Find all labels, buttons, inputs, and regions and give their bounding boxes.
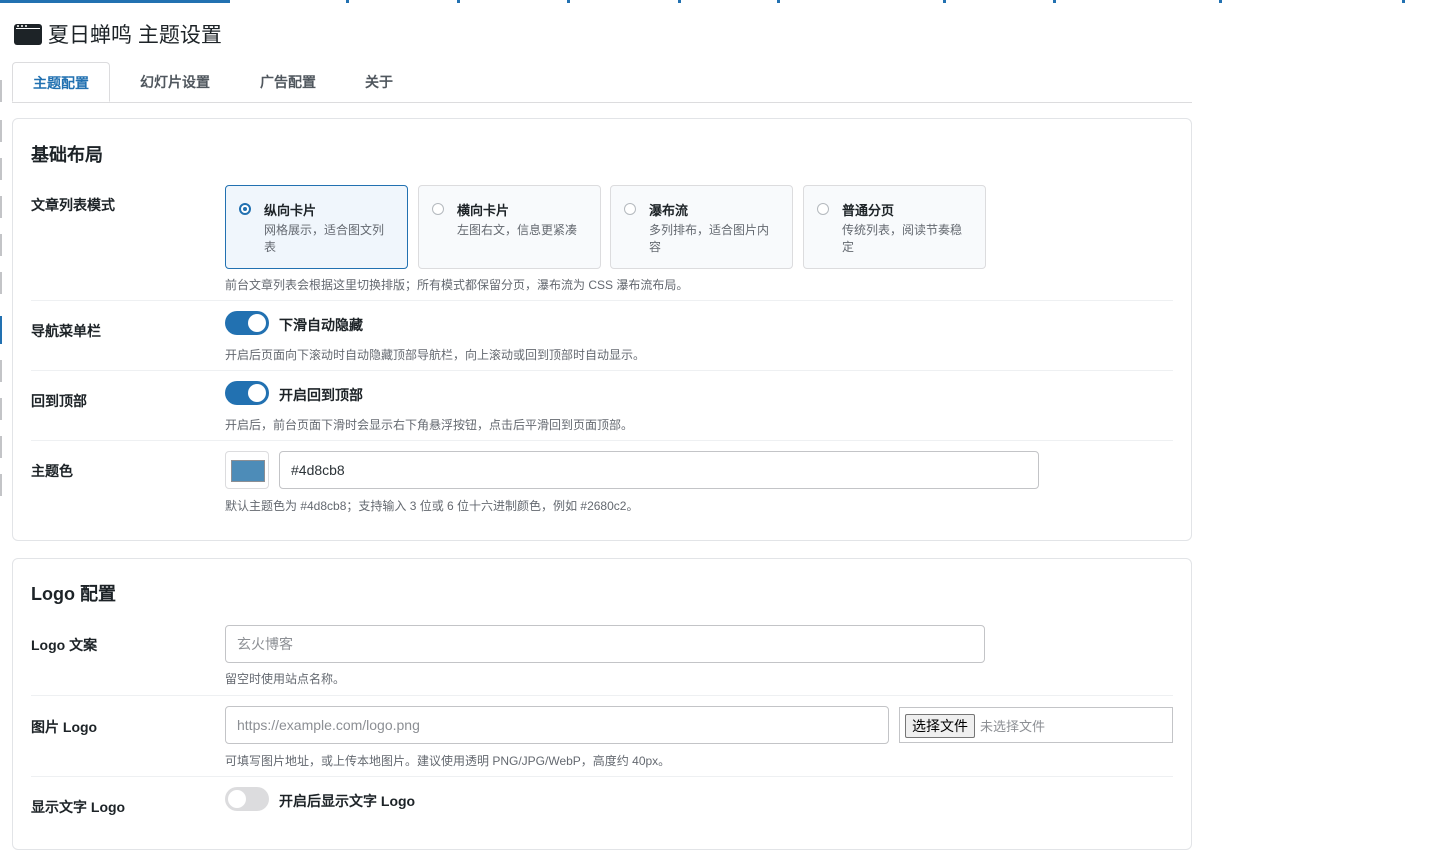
list-mode-option-pagination[interactable]: 普通分页 传统列表，阅读节奏稳定 [803,185,986,269]
top-strip-tick [678,0,681,3]
toggle-knob [248,314,266,332]
back-to-top-toggle[interactable] [225,381,269,405]
logo-text-help: 留空时使用站点名称。 [225,672,346,686]
image-logo-url-input[interactable]: https://example.com/logo.png [225,706,889,744]
section-heading: Logo 配置 [31,584,116,604]
theme-color-row: 主题色 #4d8cb8 默认主题色为 #4d8cb8；支持输入 3 位或 6 位… [31,441,1173,521]
theme-color-input[interactable]: #4d8cb8 [279,451,1039,489]
tab-theme-config[interactable]: 主题配置 [12,62,110,102]
option-desc: 网格展示，适合图文列表 [264,223,385,254]
file-status: 未选择文件 [980,719,1046,734]
sidebar-edge-mark [0,80,2,102]
top-strip-tick [1053,0,1056,3]
radio-icon [624,203,636,215]
color-swatch [231,460,265,482]
back-to-top-help: 开启后，前台页面下滑时会显示右下角悬浮按钮，点击后平滑回到页面顶部。 [225,418,634,432]
sidebar-edge-mark [0,234,2,256]
show-text-logo-label: 显示文字 Logo [31,799,126,815]
page-title: 夏日蝉鸣 主题设置 [14,20,222,48]
tab-slideshow[interactable]: 幻灯片设置 [126,62,224,102]
image-logo-row: 图片 Logo https://example.com/logo.png 选择文… [31,696,1173,777]
tab-about[interactable]: 关于 [352,62,406,102]
nav-bar-help: 开启后页面向下滚动时自动隐藏顶部导航栏，向上滚动或回到顶部时自动显示。 [225,348,646,362]
option-desc: 多列排布，适合图片内容 [649,223,770,254]
logo-config-card: Logo 配置 Logo 文案 玄火博客 留空时使用站点名称。 图片 Logo … [12,558,1192,850]
page-title-text: 夏日蝉鸣 主题设置 [48,24,222,47]
sidebar-edge-mark [0,120,2,142]
show-text-logo-row: 显示文字 Logo 开启后显示文字 Logo [31,777,1173,837]
top-strip-tick [777,0,780,3]
show-text-logo-toggle-label: 开启后显示文字 Logo [279,793,416,809]
image-logo-label: 图片 Logo [31,719,98,735]
option-desc: 左图右文，信息更紧凑 [457,223,578,237]
list-mode-option-vertical-card[interactable]: 纵向卡片 网格展示，适合图文列表 [225,185,408,269]
theme-color-label: 主题色 [31,463,73,479]
tab-ads[interactable]: 广告配置 [248,62,328,102]
top-strip-tick [346,0,349,3]
basic-layout-card: 基础布局 文章列表模式 纵向卡片 网格展示，适合图文列表 横向卡片 左图右文，信… [12,118,1192,541]
radio-selected-icon [239,203,251,215]
back-to-top-row: 回到顶部 开启回到顶部 开启后，前台页面下滑时会显示右下角悬浮按钮，点击后平滑回… [31,371,1173,441]
image-logo-help: 可填写图片地址，或上传本地图片。建议使用透明 PNG/JPG/WebP，高度约 … [225,754,671,768]
option-desc: 传统列表，阅读节奏稳定 [842,223,963,254]
toggle-knob [228,790,246,808]
file-upload: 选择文件 未选择文件 [899,707,1173,743]
section-heading: 基础布局 [31,145,103,165]
nav-bar-row: 导航菜单栏 下滑自动隐藏 开启后页面向下滚动时自动隐藏顶部导航栏，向上滚动或回到… [31,301,1173,371]
option-title: 普通分页 [842,203,895,218]
settings-tabs: 主题配置 幻灯片设置 广告配置 关于 [12,62,1192,103]
option-title: 瀑布流 [649,203,689,218]
list-mode-option-masonry[interactable]: 瀑布流 多列排布，适合图片内容 [610,185,793,269]
top-strip-tick [567,0,570,3]
top-strip-tick [1219,0,1222,3]
back-to-top-label: 回到顶部 [31,393,87,409]
list-mode-help: 前台文章列表会根据这里切换排版；所有模式都保留分页，瀑布流为 CSS 瀑布流布局… [225,278,689,292]
sidebar-edge-mark [0,398,2,420]
back-to-top-toggle-label: 开启回到顶部 [279,387,363,403]
nav-bar-label: 导航菜单栏 [31,323,101,339]
radio-icon [432,203,444,215]
list-mode-options: 纵向卡片 网格展示，适合图文列表 横向卡片 左图右文，信息更紧凑 瀑布流 多列排… [225,185,995,269]
sidebar-edge-mark [0,196,2,218]
sidebar-edge-mark [0,158,2,180]
sidebar-edge-mark [0,474,2,496]
logo-text-input[interactable]: 玄火博客 [225,625,985,663]
admin-top-strip [0,0,1431,3]
choose-file-button[interactable]: 选择文件 [905,714,975,738]
logo-text-row: Logo 文案 玄火博客 留空时使用站点名称。 [31,625,1173,696]
theme-color-picker[interactable] [225,451,269,489]
list-mode-option-horizontal-card[interactable]: 横向卡片 左图右文，信息更紧凑 [418,185,601,269]
sidebar-edge-mark-active [0,316,2,344]
toggle-knob [248,384,266,402]
show-text-logo-toggle[interactable] [225,787,269,811]
top-strip-active [0,0,230,3]
top-strip-tick [1402,0,1405,3]
window-icon [14,23,42,45]
sidebar-edge-mark [0,272,2,294]
sidebar-edge-mark [0,436,2,458]
nav-autohide-toggle[interactable] [225,311,269,335]
option-title: 纵向卡片 [264,203,317,218]
theme-color-help: 默认主题色为 #4d8cb8；支持输入 3 位或 6 位十六进制颜色，例如 #2… [225,499,639,513]
top-strip-tick [457,0,460,3]
nav-autohide-toggle-label: 下滑自动隐藏 [279,317,363,333]
logo-text-label: Logo 文案 [31,637,98,653]
radio-icon [817,203,829,215]
option-title: 横向卡片 [457,203,510,218]
list-mode-row: 文章列表模式 纵向卡片 网格展示，适合图文列表 横向卡片 左图右文，信息更紧凑 … [31,185,1173,301]
sidebar-edge [0,80,3,500]
sidebar-edge-mark [0,360,2,382]
top-strip-tick [943,0,946,3]
list-mode-label: 文章列表模式 [31,197,115,213]
